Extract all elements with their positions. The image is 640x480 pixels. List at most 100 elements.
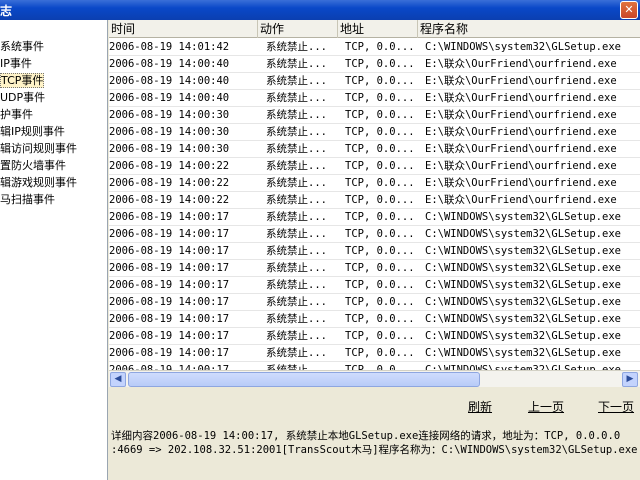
window-title: 志 bbox=[0, 4, 13, 18]
column-header-time[interactable]: 时间 bbox=[109, 20, 258, 38]
cell-action: 系统禁止... bbox=[266, 211, 327, 223]
table-row[interactable]: 2006-08-19 14:00:17 系统禁止... TCP, 0.0... C:\… bbox=[109, 243, 640, 260]
cell-program: E:\联众\OurFriend\ourfriend.exe bbox=[425, 75, 617, 87]
cell-address: TCP, 0.0... bbox=[345, 364, 415, 370]
cell-address: TCP, 0.0... bbox=[345, 211, 415, 223]
cell-time: 2006-08-19 14:00:40 bbox=[109, 58, 230, 70]
refresh-link[interactable]: 刷新 bbox=[468, 398, 492, 415]
tree-item[interactable]: IP事件 bbox=[0, 55, 32, 72]
cell-program: E:\联众\OurFriend\ourfriend.exe bbox=[425, 194, 617, 206]
event-tree: 系统事件 IP事件 TCP事件 UDP事件 护事件 辑IP规则事件 辑访问规则事… bbox=[0, 20, 108, 480]
scroll-right-button[interactable]: ▶ bbox=[622, 372, 638, 387]
cell-action: 系统禁止... bbox=[266, 126, 327, 138]
cell-action: 系统禁止... bbox=[266, 330, 327, 342]
tree-item[interactable]: 辑游戏规则事件 bbox=[0, 174, 77, 191]
tree-item[interactable]: 置防火墙事件 bbox=[0, 157, 66, 174]
cell-program: C:\WINDOWS\system32\GLSetup.exe bbox=[425, 228, 621, 240]
cell-address: TCP, 0.0... bbox=[345, 58, 415, 70]
tree-item-label: TCP事件 bbox=[0, 73, 45, 88]
table-row[interactable]: 2006-08-19 14:00:40 系统禁止... TCP, 0.0... E:\… bbox=[109, 56, 640, 73]
cell-action: 系统禁止... bbox=[266, 177, 327, 189]
tree-item[interactable]: 系统事件 bbox=[0, 38, 44, 55]
cell-action: 系统禁止... bbox=[266, 296, 327, 308]
table-row[interactable]: 2006-08-19 14:00:22 系统禁止... TCP, 0.0... E:\… bbox=[109, 192, 640, 209]
cell-action: 系统禁止... bbox=[266, 347, 327, 359]
table-row[interactable]: 2006-08-19 14:00:22 系统禁止... TCP, 0.0... E:\… bbox=[109, 175, 640, 192]
horizontal-scrollbar[interactable]: ◀ ▶ bbox=[109, 370, 640, 387]
cell-time: 2006-08-19 14:00:17 bbox=[109, 296, 230, 308]
scroll-left-button[interactable]: ◀ bbox=[110, 372, 126, 387]
column-header-program[interactable]: 程序名称 bbox=[418, 20, 640, 38]
cell-program: E:\联众\OurFriend\ourfriend.exe bbox=[425, 160, 617, 172]
cell-address: TCP, 0.0... bbox=[345, 41, 415, 53]
table-row[interactable]: 2006-08-19 14:00:40 系统禁止... TCP, 0.0... E:\… bbox=[109, 73, 640, 90]
cell-program: C:\WINDOWS\system32\GLSetup.exe bbox=[425, 211, 621, 223]
cell-address: TCP, 0.0... bbox=[345, 262, 415, 274]
cell-time: 2006-08-19 14:00:17 bbox=[109, 228, 230, 240]
table-row[interactable]: 2006-08-19 14:00:17 系统禁止... TCP, 0.0... C:\… bbox=[109, 328, 640, 345]
event-grid: 时间 动作 地址 程序名称 2006-08-19 14:01:42 系统禁止...… bbox=[109, 20, 640, 370]
table-row[interactable]: 2006-08-19 14:00:17 系统禁止... TCP, 0.0... C:\… bbox=[109, 362, 640, 370]
cell-action: 系统禁止... bbox=[266, 194, 327, 206]
title-bar: 志 ✕ bbox=[0, 0, 640, 20]
table-row[interactable]: 2006-08-19 14:00:30 系统禁止... TCP, 0.0... E:\… bbox=[109, 107, 640, 124]
table-row[interactable]: 2006-08-19 14:00:17 系统禁止... TCP, 0.0... C:\… bbox=[109, 345, 640, 362]
column-header-action[interactable]: 动作 bbox=[258, 20, 338, 38]
table-row[interactable]: 2006-08-19 14:00:22 系统禁止... TCP, 0.0... E:\… bbox=[109, 158, 640, 175]
cell-action: 系统禁止... bbox=[266, 262, 327, 274]
cell-time: 2006-08-19 14:00:17 bbox=[109, 347, 230, 359]
prev-page-link[interactable]: 上一页 bbox=[528, 398, 564, 415]
table-row[interactable]: 2006-08-19 14:00:17 系统禁止... TCP, 0.0... C:\… bbox=[109, 209, 640, 226]
tree-item-label: 辑游戏规则事件 bbox=[0, 176, 77, 189]
cell-address: TCP, 0.0... bbox=[345, 313, 415, 325]
cell-program: E:\联众\OurFriend\ourfriend.exe bbox=[425, 126, 617, 138]
cell-address: TCP, 0.0... bbox=[345, 75, 415, 87]
tree-item-label: UDP事件 bbox=[0, 91, 46, 104]
column-header-address[interactable]: 地址 bbox=[338, 20, 418, 38]
arrow-right-icon: ▶ bbox=[626, 374, 634, 384]
cell-time: 2006-08-19 14:00:30 bbox=[109, 126, 230, 138]
table-row[interactable]: 2006-08-19 14:00:17 系统禁止... TCP, 0.0... C:\… bbox=[109, 226, 640, 243]
detail-line: 详细内容2006-08-19 14:00:17, 系统禁止本地GLSetup.e… bbox=[111, 430, 621, 442]
cell-time: 2006-08-19 14:00:40 bbox=[109, 92, 230, 104]
cell-address: TCP, 0.0... bbox=[345, 109, 415, 121]
table-row[interactable]: 2006-08-19 14:00:40 系统禁止... TCP, 0.0... E:\… bbox=[109, 90, 640, 107]
cell-time: 2006-08-19 14:00:22 bbox=[109, 194, 230, 206]
tree-item[interactable]: 辑IP规则事件 bbox=[0, 123, 65, 140]
close-button[interactable]: ✕ bbox=[620, 1, 638, 19]
cell-address: TCP, 0.0... bbox=[345, 194, 415, 206]
table-row[interactable]: 2006-08-19 14:00:17 系统禁止... TCP, 0.0... C:\… bbox=[109, 311, 640, 328]
table-row[interactable]: 2006-08-19 14:00:30 系统禁止... TCP, 0.0... E:\… bbox=[109, 141, 640, 158]
cell-time: 2006-08-19 14:00:40 bbox=[109, 75, 230, 87]
arrow-left-icon: ◀ bbox=[114, 374, 122, 384]
cell-address: TCP, 0.0... bbox=[345, 143, 415, 155]
tree-item-label: 系统事件 bbox=[0, 40, 44, 53]
cell-program: E:\联众\OurFriend\ourfriend.exe bbox=[425, 177, 617, 189]
table-row[interactable]: 2006-08-19 14:01:42 系统禁止... TCP, 0.0... C:\… bbox=[109, 39, 640, 56]
cell-address: TCP, 0.0... bbox=[345, 177, 415, 189]
cell-action: 系统禁止... bbox=[266, 41, 327, 53]
table-row[interactable]: 2006-08-19 14:00:17 系统禁止... TCP, 0.0... C:\… bbox=[109, 260, 640, 277]
grid-header: 时间 动作 地址 程序名称 bbox=[109, 20, 640, 38]
tree-item[interactable]: 护事件 bbox=[0, 106, 33, 123]
tree-item[interactable]: UDP事件 bbox=[0, 89, 45, 106]
cell-action: 系统禁止... bbox=[266, 109, 327, 121]
tree-item-selected[interactable]: TCP事件 bbox=[0, 72, 45, 89]
tree-item-label: IP事件 bbox=[0, 57, 32, 70]
table-row[interactable]: 2006-08-19 14:00:30 系统禁止... TCP, 0.0... E:\… bbox=[109, 124, 640, 141]
next-page-link[interactable]: 下一页 bbox=[598, 398, 634, 415]
tree-item-label: 辑IP规则事件 bbox=[0, 125, 65, 138]
cell-program: C:\WINDOWS\system32\GLSetup.exe bbox=[425, 279, 621, 291]
cell-address: TCP, 0.0... bbox=[345, 347, 415, 359]
table-row[interactable]: 2006-08-19 14:00:17 系统禁止... TCP, 0.0... C:\… bbox=[109, 277, 640, 294]
tree-item[interactable]: 辑访问规则事件 bbox=[0, 140, 77, 157]
cell-time: 2006-08-19 14:00:17 bbox=[109, 245, 230, 257]
cell-action: 系统禁止... bbox=[266, 313, 327, 325]
table-row[interactable]: 2006-08-19 14:00:17 系统禁止... TCP, 0.0... C:\… bbox=[109, 294, 640, 311]
tree-item[interactable]: 马扫描事件 bbox=[0, 191, 55, 208]
scroll-thumb[interactable] bbox=[128, 372, 480, 387]
cell-address: TCP, 0.0... bbox=[345, 228, 415, 240]
tree-item-label: 护事件 bbox=[0, 108, 33, 121]
cell-action: 系统禁止... bbox=[266, 92, 327, 104]
cell-program: C:\WINDOWS\system32\GLSetup.exe bbox=[425, 245, 621, 257]
